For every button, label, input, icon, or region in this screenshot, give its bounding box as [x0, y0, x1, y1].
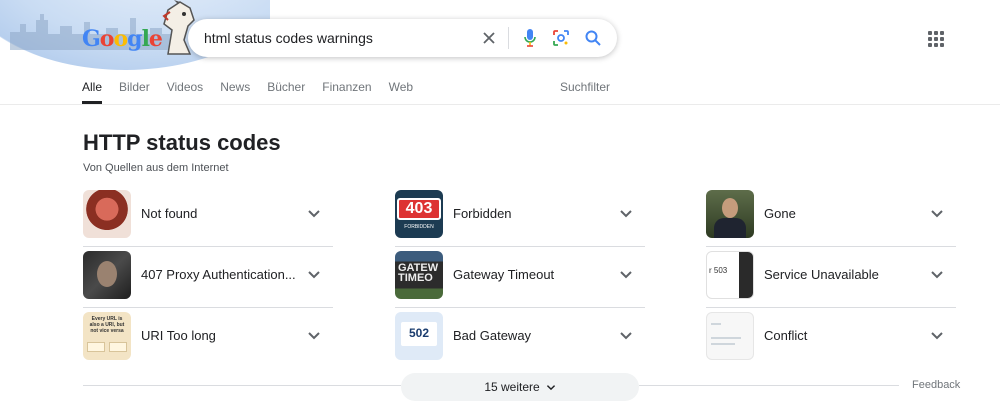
- tab-news[interactable]: News: [220, 80, 250, 104]
- search-box[interactable]: html status codes warnings: [188, 19, 617, 57]
- status-row-uri-too-long[interactable]: Every URL is also a URI, but not vice ve…: [83, 308, 333, 369]
- thumbnail-image: Every URL is also a URI, but not vice ve…: [83, 312, 131, 360]
- status-column: Gone r 503 Service Unavailable Conflict: [706, 186, 956, 369]
- apps-dot: [940, 37, 944, 41]
- status-row-conflict[interactable]: Conflict: [706, 308, 956, 369]
- chevron-down-icon[interactable]: [930, 206, 944, 220]
- thumbnail-image: r 503: [706, 251, 754, 299]
- tab-videos[interactable]: Videos: [167, 80, 203, 104]
- status-column: 403 FORBIDDEN Forbidden GATEW TIMEO Gate…: [395, 186, 645, 369]
- thumbnail-image: [83, 190, 131, 238]
- thumbnail-text: 403: [397, 198, 441, 220]
- chevron-down-icon[interactable]: [930, 267, 944, 281]
- apps-dot: [940, 43, 944, 47]
- status-label: Conflict: [764, 328, 808, 343]
- thumbnail-text: GATEW TIMEO: [398, 262, 439, 284]
- search-icon[interactable]: [582, 27, 604, 49]
- tab-buecher[interactable]: Bücher: [267, 80, 305, 104]
- apps-dot: [928, 31, 932, 35]
- thumbnail-line: [711, 337, 741, 339]
- thumbnail-image: 502: [395, 312, 443, 360]
- thumbnail-box: [87, 342, 105, 352]
- status-label: URI Too long: [141, 328, 216, 343]
- chevron-down-icon[interactable]: [930, 328, 944, 342]
- apps-dot: [928, 43, 932, 47]
- search-input[interactable]: html status codes warnings: [204, 30, 373, 46]
- thumbnail-image: [706, 312, 754, 360]
- apps-dot: [934, 37, 938, 41]
- feedback-link[interactable]: Feedback: [912, 379, 960, 391]
- chevron-down-icon[interactable]: [619, 267, 633, 281]
- status-row-bad-gateway[interactable]: 502 Bad Gateway: [395, 308, 645, 369]
- thumbnail-bar: [739, 252, 753, 298]
- thumbnail-text: 502: [408, 326, 430, 340]
- apps-grid-icon[interactable]: [928, 31, 944, 47]
- status-label: Not found: [141, 206, 198, 221]
- status-row-407[interactable]: 407 Proxy Authentication...: [83, 247, 333, 308]
- apps-dot: [934, 31, 938, 35]
- more-divider: [639, 385, 899, 386]
- status-row-gone[interactable]: Gone: [706, 186, 956, 247]
- chevron-down-icon[interactable]: [307, 328, 321, 342]
- show-more-label: 15 weitere: [484, 380, 540, 394]
- lens-icon[interactable]: [550, 27, 572, 49]
- thumbnail-text: r 503: [709, 266, 728, 275]
- tab-finanzen[interactable]: Finanzen: [322, 80, 371, 104]
- status-row-forbidden[interactable]: 403 FORBIDDEN Forbidden: [395, 186, 645, 247]
- panel-subtitle: Von Quellen aus dem Internet: [83, 162, 229, 174]
- thumbnail-image: GATEW TIMEO: [395, 251, 443, 299]
- status-row-not-found[interactable]: Not found: [83, 186, 333, 247]
- tab-alle[interactable]: Alle: [82, 80, 103, 104]
- chevron-down-icon[interactable]: [619, 328, 633, 342]
- thumbnail-face: [97, 261, 117, 287]
- status-column: Not found 407 Proxy Authentication... Ev…: [83, 186, 333, 369]
- thumbnail-head: [722, 198, 738, 218]
- apps-dot: [928, 37, 932, 41]
- status-row-gateway-timeout[interactable]: GATEW TIMEO Gateway Timeout: [395, 247, 645, 308]
- more-divider: [83, 385, 401, 386]
- search-tabs: Alle Bilder Videos News Bücher Finanzen …: [82, 80, 430, 104]
- tab-web[interactable]: Web: [389, 80, 413, 104]
- status-label: Service Unavailable: [764, 267, 879, 282]
- close-icon[interactable]: [478, 27, 500, 49]
- chevron-down-icon[interactable]: [307, 267, 321, 281]
- panel-title: HTTP status codes: [83, 130, 281, 155]
- tab-bilder[interactable]: Bilder: [119, 80, 150, 104]
- chevron-down-icon: [546, 385, 555, 391]
- apps-dot: [940, 31, 944, 35]
- chevron-down-icon[interactable]: [619, 206, 633, 220]
- tabs-divider: [0, 104, 1000, 105]
- status-label: Forbidden: [453, 206, 512, 221]
- thumbnail-image: [706, 190, 754, 238]
- search-divider: [508, 27, 509, 49]
- show-more-button[interactable]: 15 weitere: [401, 373, 639, 401]
- thumbnail-image: [83, 251, 131, 299]
- thumbnail-box: [109, 342, 127, 352]
- thumbnail-text: Every URL is also a URI, but not vice ve…: [89, 316, 125, 334]
- thumbnail-line: [711, 343, 735, 345]
- thumbnail-suit: [714, 218, 746, 238]
- status-label: 407 Proxy Authentication...: [141, 267, 296, 282]
- status-label: Gateway Timeout: [453, 267, 555, 282]
- apps-dot: [934, 43, 938, 47]
- chevron-down-icon[interactable]: [307, 206, 321, 220]
- status-row-service-unavailable[interactable]: r 503 Service Unavailable: [706, 247, 956, 308]
- thumbnail-caption: FORBIDDEN: [404, 224, 434, 230]
- thumbnail-image: 403 FORBIDDEN: [395, 190, 443, 238]
- status-label: Bad Gateway: [453, 328, 532, 343]
- search-tools-button[interactable]: Suchfilter: [560, 80, 610, 94]
- status-label: Gone: [764, 206, 796, 221]
- thumbnail-line: [711, 323, 721, 325]
- microphone-icon[interactable]: [519, 27, 541, 49]
